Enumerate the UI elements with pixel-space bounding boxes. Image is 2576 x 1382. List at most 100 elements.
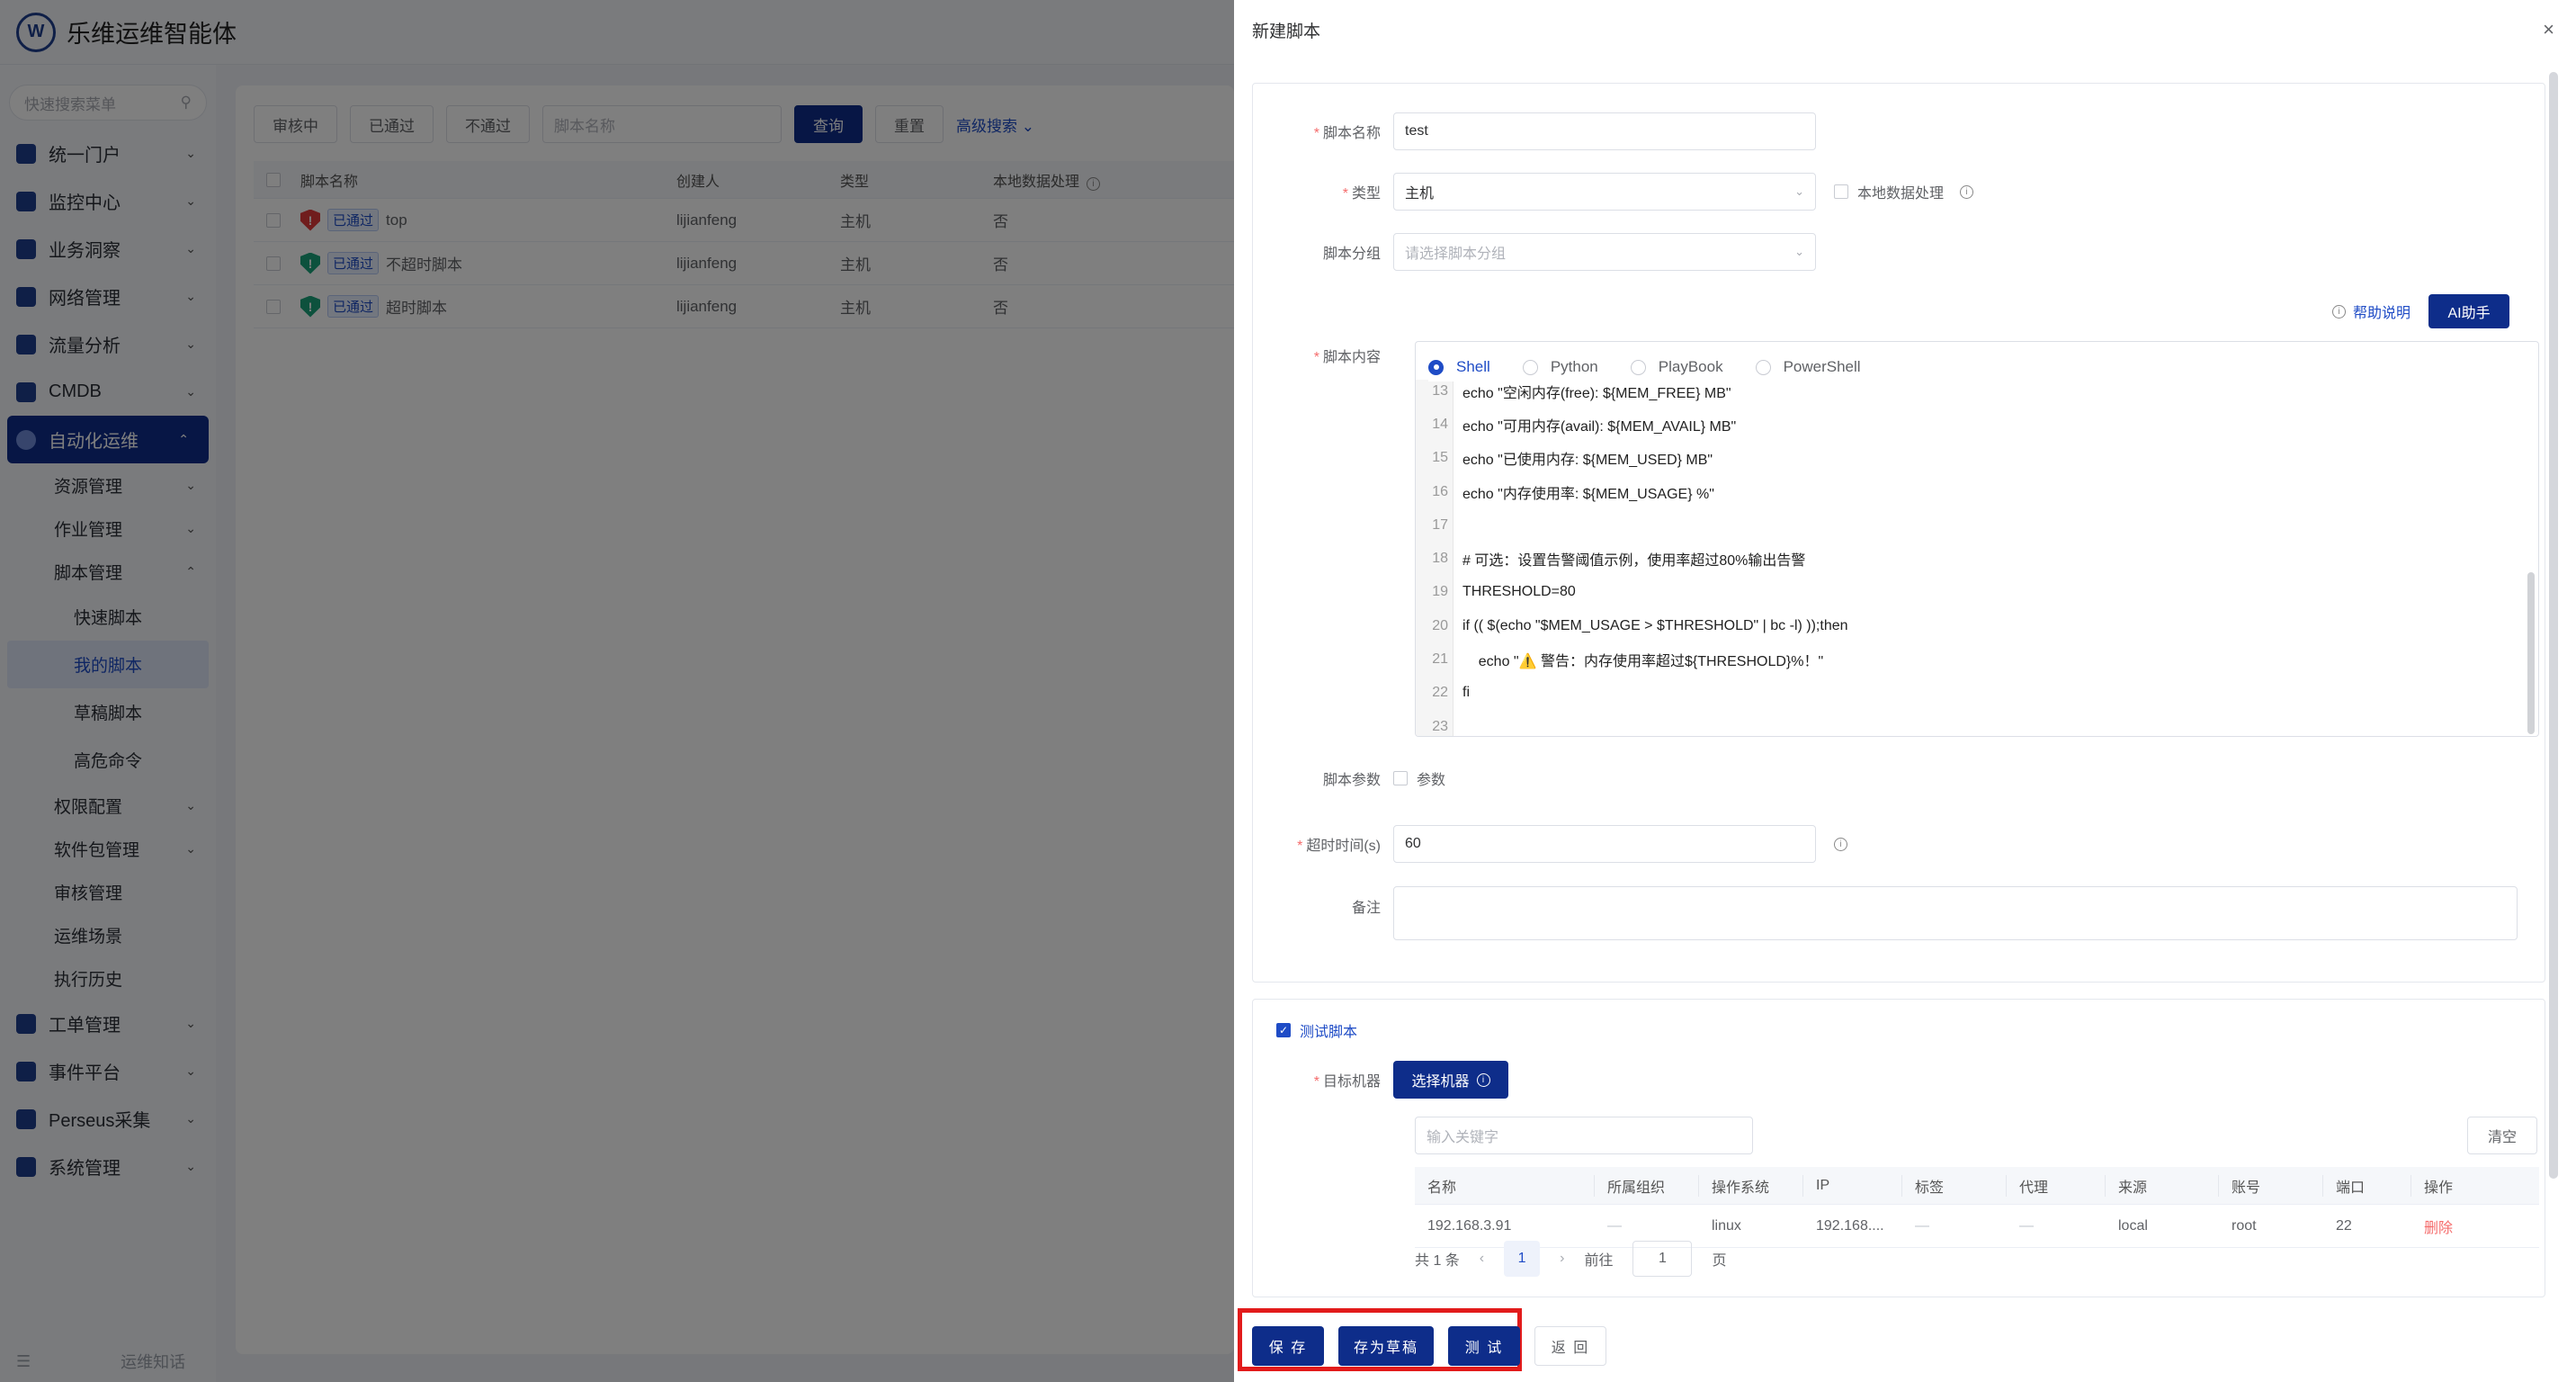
save-draft-button[interactable]: 存为草稿: [1338, 1326, 1434, 1366]
prev-page-icon[interactable]: ‹: [1480, 1251, 1484, 1267]
radio-dot[interactable]: [1630, 359, 1646, 375]
radio-playbook[interactable]: PlayBook: [1630, 358, 1723, 376]
machine-table: 名称 所属组织 操作系统 IP 标签 代理 来源 账号 端口 操作 192.168.3.91 — li…: [1415, 1167, 2539, 1248]
chevron-down-icon: ⌄: [1794, 184, 1804, 198]
machine-header-cell: IP: [1803, 1174, 1902, 1197]
radio-shell[interactable]: Shell: [1428, 358, 1490, 376]
select-machine-button[interactable]: 选择机器 i: [1393, 1061, 1508, 1099]
timeout-input[interactable]: 60: [1393, 825, 1816, 863]
test-checkbox-row: ✓ 测试脚本: [1276, 1019, 1357, 1041]
machine-header-cell: 操作系统: [1699, 1174, 1803, 1197]
chevron-down-icon: ⌄: [1794, 245, 1804, 258]
radio-dot[interactable]: [1522, 359, 1538, 375]
save-button[interactable]: 保 存: [1252, 1326, 1324, 1366]
clear-row: 清空: [2467, 1117, 2537, 1154]
drawer-footer: 保 存 存为草稿 测 试 返 回: [1234, 1305, 2576, 1382]
checkbox-checked[interactable]: ✓: [1276, 1023, 1291, 1037]
code-line: 18 # 可选：设置告警阈值示例，使用率超过80%输出告警: [1416, 542, 2522, 575]
info-icon: i: [1476, 1072, 1490, 1087]
code-line: 21 echo "⚠️ 警告：内存使用率超过${THRESHOLD}%！": [1416, 642, 2522, 676]
target-row: * 目标机器 选择机器 i: [1253, 1061, 1508, 1099]
machine-header-cell: 端口: [2323, 1174, 2411, 1197]
machine-cell: —: [1607, 1217, 1622, 1234]
radio-python[interactable]: Python: [1522, 358, 1598, 376]
remark-textarea[interactable]: [1393, 886, 2518, 940]
line-number: 22: [1432, 685, 1448, 701]
code-line: 14 echo "可用内存(avail): ${MEM_AVAIL} MB": [1416, 408, 2522, 441]
machine-cell: linux: [1712, 1217, 1741, 1234]
timeout-label: * 超时时间(s): [1297, 839, 1381, 854]
help-link[interactable]: i 帮助说明: [2332, 301, 2411, 322]
radio-dot[interactable]: [1755, 359, 1771, 375]
type-row: * 类型 主机 ⌄ 本地数据处理 i: [1253, 173, 1974, 211]
scrollbar-thumb[interactable]: [2549, 72, 2558, 1179]
total-count: 共 1 条: [1415, 1253, 1460, 1269]
target-label: * 目标机器: [1313, 1074, 1381, 1090]
editor-scrollbar[interactable]: [2527, 572, 2535, 734]
info-icon: i: [2332, 304, 2346, 319]
test-script-checkbox[interactable]: ✓ 测试脚本: [1276, 1019, 1357, 1041]
code-line: 16 echo "内存使用率: ${MEM_USAGE} %": [1416, 475, 2522, 508]
code-line: 22 fi: [1416, 677, 2522, 710]
page-unit: 页: [1712, 1253, 1727, 1269]
code-lines: 13 echo "空闲内存(free): ${MEM_FREE} MB" 14 ech…: [1416, 374, 2522, 736]
type-value: 主机: [1405, 186, 1435, 202]
machine-cell: 192.168....: [1816, 1217, 1884, 1234]
machine-cell: root: [2232, 1217, 2257, 1234]
machine-header-cell: 账号: [2219, 1174, 2323, 1197]
checkbox-box[interactable]: [1834, 184, 1848, 199]
machine-header-cell: 来源: [2106, 1174, 2219, 1197]
group-select[interactable]: 请选择脚本分组 ⌄: [1393, 233, 1816, 271]
back-button[interactable]: 返 回: [1534, 1326, 1606, 1366]
modal-overlay[interactable]: [0, 0, 1234, 1382]
form-scroll-area: * 脚本名称 test * 类型 主机 ⌄ 本地数据处理 i 脚本分组 请选择脚本分: [1252, 83, 2545, 1297]
remark-label: 备注: [1351, 901, 1381, 916]
code-text: if (( $(echo "$MEM_USAGE > $THRESHOLD" |…: [1462, 617, 1848, 633]
name-label: * 脚本名称: [1313, 126, 1381, 141]
params-row: 脚本参数 参数: [1253, 767, 1445, 789]
line-number: 15: [1432, 450, 1448, 466]
name-row: * 脚本名称 test: [1253, 112, 1816, 150]
line-number: 23: [1432, 718, 1448, 734]
help-label: 帮助说明: [2353, 306, 2411, 321]
clear-button[interactable]: 清空: [2467, 1117, 2537, 1154]
content-label-row: * 脚本内容: [1253, 345, 1393, 366]
params-check-label: 参数: [1417, 773, 1446, 788]
line-number: 20: [1432, 617, 1448, 633]
test-button[interactable]: 测 试: [1448, 1326, 1520, 1366]
script-name-input[interactable]: test: [1393, 112, 1816, 150]
local-processing-label: 本地数据处理: [1857, 186, 1945, 202]
machine-header-cell: 名称: [1415, 1174, 1595, 1197]
page-number[interactable]: 1: [1504, 1241, 1541, 1277]
select-machine-label: 选择机器: [1411, 1074, 1470, 1090]
radio-powershell[interactable]: PowerShell: [1755, 358, 1861, 376]
line-number: 14: [1432, 416, 1448, 432]
new-script-drawer: 新建脚本 × * 脚本名称 test * 类型 主机 ⌄ 本地数据处理 i 脚本…: [1234, 0, 2576, 1382]
line-number: 19: [1432, 584, 1448, 600]
type-select[interactable]: 主机 ⌄: [1393, 173, 1816, 211]
line-number: 16: [1432, 483, 1448, 499]
goto-page-input[interactable]: 1: [1632, 1241, 1693, 1277]
delete-link[interactable]: 删除: [2411, 1216, 2539, 1237]
params-checkbox[interactable]: 参数: [1393, 767, 1445, 789]
code-editor[interactable]: 13 echo "空闲内存(free): ${MEM_FREE} MB" 14 ech…: [1415, 341, 2539, 737]
machine-header-cell: 操作: [2424, 1180, 2454, 1196]
radio-label: PowerShell: [1783, 358, 1861, 375]
ai-assistant-button[interactable]: AI助手: [2428, 294, 2510, 328]
info-icon: i: [1960, 184, 1974, 199]
machine-cell: 22: [2336, 1217, 2352, 1234]
code-text: echo "已使用内存: ${MEM_USED} MB": [1462, 453, 1713, 469]
local-processing-checkbox[interactable]: 本地数据处理 i: [1834, 181, 1974, 202]
keyword-input[interactable]: 输入关键字: [1415, 1117, 1753, 1154]
checkbox-box[interactable]: [1393, 771, 1408, 785]
radio-label: PlayBook: [1658, 358, 1723, 375]
close-icon[interactable]: ×: [2543, 18, 2554, 41]
drawer-scrollbar[interactable]: [2549, 72, 2558, 1179]
timeout-row: * 超时时间(s) 60 i: [1253, 825, 1847, 863]
params-label: 脚本参数: [1322, 773, 1381, 788]
radio-label: Shell: [1456, 358, 1490, 375]
line-number: 18: [1432, 551, 1448, 567]
test-card: ✓ 测试脚本 * 目标机器 选择机器 i 输入关键字 清空 名称 所属组织 操作系统 I…: [1252, 999, 2545, 1297]
next-page-icon[interactable]: ›: [1560, 1251, 1564, 1267]
radio-dot[interactable]: [1428, 359, 1444, 375]
